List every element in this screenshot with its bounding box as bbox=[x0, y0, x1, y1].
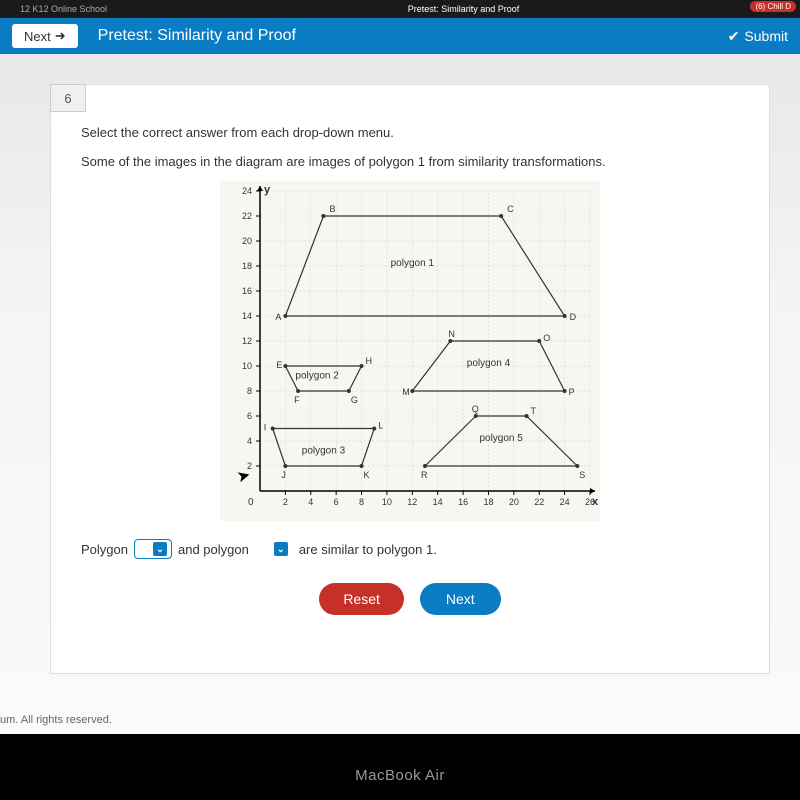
browser-tabbar: 12 K12 Online School Pretest: Similarity… bbox=[0, 0, 800, 18]
app-header: Next ➜ Pretest: Similarity and Proof ✔ S… bbox=[0, 18, 800, 54]
svg-text:D: D bbox=[570, 312, 577, 322]
svg-text:P: P bbox=[569, 387, 575, 397]
reset-button[interactable]: Reset bbox=[319, 583, 404, 615]
svg-text:A: A bbox=[275, 312, 281, 322]
next-label: Next bbox=[24, 29, 51, 44]
svg-text:O: O bbox=[543, 333, 550, 343]
svg-text:8: 8 bbox=[359, 497, 364, 507]
svg-text:18: 18 bbox=[483, 497, 493, 507]
svg-text:4: 4 bbox=[308, 497, 313, 507]
tab-school[interactable]: 12 K12 Online School bbox=[20, 4, 107, 14]
arrow-right-icon: ➜ bbox=[55, 28, 66, 44]
svg-text:E: E bbox=[276, 360, 282, 370]
question-card: 6 Select the correct answer from each dr… bbox=[50, 84, 770, 674]
answer-sentence: Polygon ⌄ and polygon ⌄ are similar to p… bbox=[81, 539, 739, 559]
svg-text:R: R bbox=[421, 470, 428, 480]
header-next-button[interactable]: Next ➜ bbox=[12, 24, 78, 48]
svg-text:4: 4 bbox=[247, 436, 252, 446]
svg-text:L: L bbox=[378, 421, 383, 431]
svg-text:x: x bbox=[592, 496, 599, 508]
svg-text:S: S bbox=[579, 470, 585, 480]
svg-text:14: 14 bbox=[433, 497, 443, 507]
svg-text:18: 18 bbox=[242, 261, 252, 271]
svg-text:polygon 4: polygon 4 bbox=[467, 358, 511, 369]
footer-text: um. All rights reserved. bbox=[0, 714, 112, 726]
svg-text:I: I bbox=[264, 423, 267, 433]
svg-text:2: 2 bbox=[283, 497, 288, 507]
svg-text:6: 6 bbox=[334, 497, 339, 507]
svg-text:10: 10 bbox=[382, 497, 392, 507]
svg-text:polygon 3: polygon 3 bbox=[302, 446, 346, 457]
dropdown-icon: ⌄ bbox=[274, 542, 288, 556]
submit-button[interactable]: ✔ Submit bbox=[728, 28, 788, 45]
svg-text:Q: Q bbox=[472, 404, 479, 414]
svg-text:polygon 2: polygon 2 bbox=[295, 371, 339, 382]
svg-text:B: B bbox=[329, 204, 335, 214]
svg-text:16: 16 bbox=[458, 497, 468, 507]
macbook-label: MacBook Air bbox=[355, 767, 445, 784]
svg-text:8: 8 bbox=[247, 386, 252, 396]
svg-text:C: C bbox=[507, 204, 514, 214]
svg-text:10: 10 bbox=[242, 361, 252, 371]
svg-text:12: 12 bbox=[242, 336, 252, 346]
svg-text:N: N bbox=[448, 329, 455, 339]
tab-pretest[interactable]: Pretest: Similarity and Proof bbox=[408, 4, 520, 14]
answer-text-post: are similar to polygon 1. bbox=[299, 542, 437, 557]
svg-text:K: K bbox=[364, 470, 370, 480]
svg-text:6: 6 bbox=[247, 411, 252, 421]
question-instruction: Select the correct answer from each drop… bbox=[81, 125, 739, 140]
svg-text:2: 2 bbox=[247, 461, 252, 471]
answer-text-mid: and polygon bbox=[178, 542, 249, 557]
coordinate-diagram: 2468101214161820222426246810121416182022… bbox=[220, 181, 600, 521]
svg-text:12: 12 bbox=[407, 497, 417, 507]
check-icon: ✔ bbox=[728, 28, 740, 45]
svg-text:14: 14 bbox=[242, 311, 252, 321]
page-title: Pretest: Similarity and Proof bbox=[98, 27, 728, 45]
svg-text:22: 22 bbox=[534, 497, 544, 507]
svg-text:polygon 1: polygon 1 bbox=[391, 258, 435, 269]
svg-text:20: 20 bbox=[242, 236, 252, 246]
question-number: 6 bbox=[50, 84, 86, 112]
svg-text:y: y bbox=[264, 184, 271, 196]
svg-text:16: 16 bbox=[242, 286, 252, 296]
answer-text-pre: Polygon bbox=[81, 542, 128, 557]
submit-label: Submit bbox=[744, 28, 788, 44]
dropdown-icon: ⌄ bbox=[153, 542, 167, 556]
svg-text:J: J bbox=[281, 470, 286, 480]
svg-text:22: 22 bbox=[242, 211, 252, 221]
svg-text:polygon 5: polygon 5 bbox=[479, 433, 523, 444]
dropdown-polygon-a[interactable]: ⌄ bbox=[134, 539, 172, 559]
svg-text:20: 20 bbox=[509, 497, 519, 507]
svg-text:T: T bbox=[531, 406, 537, 416]
next-button[interactable]: Next bbox=[420, 583, 501, 615]
svg-text:G: G bbox=[351, 395, 358, 405]
content-area: 6 Select the correct answer from each dr… bbox=[0, 54, 800, 734]
svg-text:24: 24 bbox=[560, 497, 570, 507]
svg-text:F: F bbox=[294, 395, 300, 405]
question-description: Some of the images in the diagram are im… bbox=[81, 154, 739, 169]
svg-text:24: 24 bbox=[242, 186, 252, 196]
svg-text:M: M bbox=[402, 387, 410, 397]
svg-text:H: H bbox=[366, 356, 373, 366]
dropdown-polygon-b[interactable]: ⌄ bbox=[255, 539, 293, 559]
svg-text:0: 0 bbox=[248, 497, 254, 508]
tab-notification[interactable]: (6) Chill D bbox=[750, 1, 796, 12]
